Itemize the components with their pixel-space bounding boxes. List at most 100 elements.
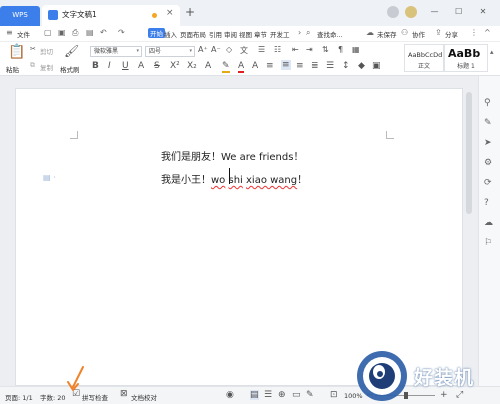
document-line-1[interactable]: 我们是朋友！We are friends！ [161, 148, 303, 163]
align-right-icon[interactable]: ≡ [296, 61, 304, 71]
word-count[interactable]: 字数: 20 [40, 392, 66, 402]
superscript-icon[interactable]: X² [170, 61, 180, 71]
save-icon[interactable]: ▣ [58, 28, 66, 37]
menu-reference[interactable]: 引用 [209, 29, 222, 39]
search-icon[interactable]: ⌕ [306, 28, 310, 38]
sort-icon[interactable]: ⇅ [322, 45, 329, 54]
cloud-sync-icon[interactable]: ☁ [484, 218, 493, 228]
text-effect-icon[interactable]: A [205, 61, 211, 71]
proofread-button[interactable]: 文档校对 [131, 392, 157, 402]
menu-view[interactable]: 视图 [239, 29, 252, 39]
shading-icon[interactable]: ◆ [358, 61, 365, 71]
help-icon[interactable]: ? [484, 198, 489, 208]
new-tab-button[interactable]: + [185, 5, 195, 19]
share-button[interactable]: 分享 [445, 29, 458, 39]
strikethrough-icon[interactable]: S [154, 61, 160, 71]
proofread-icon[interactable]: ⊠ [120, 389, 128, 399]
bold-icon[interactable]: B [92, 61, 99, 71]
layout-icon[interactable] [387, 6, 400, 18]
new-doc-icon[interactable]: ▢ [44, 28, 52, 37]
table-icon[interactable]: ▦ [352, 45, 360, 54]
menu-icon[interactable]: ≡ [6, 28, 13, 37]
eye-icon[interactable]: ◉ [226, 390, 234, 400]
grow-font-icon[interactable]: A⁺ [198, 45, 208, 54]
paste-icon[interactable]: 📋 [8, 44, 25, 60]
maximize-icon[interactable]: ☐ [448, 7, 470, 16]
menu-start[interactable]: 开始 [148, 28, 165, 38]
document-tab[interactable]: 文字文稿1 × [42, 5, 180, 26]
distributed-icon[interactable]: ☰ [326, 61, 334, 71]
print-preview-icon[interactable]: ▤ [86, 28, 94, 37]
font-name-select[interactable]: 微软雅黑 ▾ [90, 46, 142, 57]
char-border-icon[interactable]: A [252, 61, 258, 71]
close-tab-icon[interactable]: × [166, 8, 174, 18]
line-spacing-icon[interactable]: ↕ [342, 61, 350, 71]
menu-insert[interactable]: 插入 [164, 29, 177, 39]
more-options-icon[interactable]: ⋮ [470, 28, 478, 37]
justify-icon[interactable]: ≣ [311, 61, 319, 71]
cut-icon[interactable]: ✂ [30, 45, 36, 53]
adjust-icon[interactable]: ⚲ [484, 98, 491, 108]
properties-icon[interactable]: ⚙ [484, 158, 492, 168]
align-left-icon[interactable]: ≡ [266, 61, 274, 71]
copy-icon[interactable]: ⧉ [30, 61, 35, 70]
font-color-icon[interactable]: A [238, 61, 245, 73]
italic-icon[interactable]: I [108, 61, 111, 71]
format-painter-icon[interactable]: 🖌 [64, 44, 79, 58]
paragraph-layout-icon[interactable]: ▤ ‧ [43, 173, 56, 182]
collaborate-button[interactable]: 协作 [412, 29, 425, 39]
unsaved-status[interactable]: 未保存 [377, 29, 397, 39]
show-marks-icon[interactable]: ¶ [338, 45, 343, 54]
write-mode-icon[interactable]: ▭ [292, 390, 301, 400]
outdent-icon[interactable]: ⇤ [292, 45, 299, 54]
backup-icon[interactable]: ⟳ [484, 178, 492, 188]
font-effects-icon[interactable]: A [138, 61, 144, 71]
location-icon[interactable]: ⚐ [484, 238, 492, 248]
pen-icon[interactable]: ✎ [306, 390, 314, 400]
close-window-icon[interactable]: ✕ [472, 7, 494, 16]
indent-icon[interactable]: ⇥ [306, 45, 313, 54]
menu-layout[interactable]: 页面布局 [180, 29, 206, 39]
minimize-icon[interactable]: — [424, 7, 446, 16]
font-size-select[interactable]: 四号 ▾ [145, 46, 195, 57]
highlight-icon[interactable]: ✎ [222, 61, 230, 73]
shrink-font-icon[interactable]: A⁻ [211, 45, 221, 54]
undo-icon[interactable]: ↶ [100, 28, 107, 37]
subscript-icon[interactable]: X₂ [187, 61, 197, 71]
paste-button[interactable]: 粘贴 [6, 64, 19, 74]
cut-button[interactable]: 剪切 [40, 46, 53, 56]
web-view-icon[interactable]: ⊕ [278, 390, 286, 400]
collapse-ribbon-icon[interactable]: ^ [484, 28, 491, 37]
styles-panel-icon[interactable]: ✎ [484, 118, 492, 128]
menu-section[interactable]: 章节 [254, 29, 267, 39]
styles-scroll-icon[interactable]: ▴ [490, 48, 494, 56]
align-center-icon[interactable]: ≡ [281, 60, 291, 70]
style-normal[interactable]: AaBbCcDd 正文 [404, 44, 444, 72]
clear-format-icon[interactable]: ◇ [226, 45, 232, 54]
format-painter-button[interactable]: 格式刷 [60, 64, 80, 74]
print-icon[interactable]: ⎙ [72, 28, 78, 38]
copy-button[interactable]: 复制 [40, 62, 53, 72]
menu-review[interactable]: 审阅 [224, 29, 237, 39]
select-icon[interactable]: ➤ [484, 138, 492, 148]
menu-developer[interactable]: 开发工 [270, 29, 290, 39]
command-search[interactable]: 查找命... [317, 29, 343, 39]
borders-icon[interactable]: ▣ [372, 61, 381, 71]
page-indicator[interactable]: 页面: 1/1 [5, 392, 33, 402]
document-page[interactable] [15, 88, 463, 386]
menu-file[interactable]: 文件 [17, 29, 30, 39]
vertical-scrollbar[interactable] [466, 92, 472, 214]
page-view-icon[interactable]: ▤ [250, 390, 259, 400]
underline-icon[interactable]: U [122, 61, 129, 71]
numbering-icon[interactable]: ☷ [274, 45, 281, 54]
outline-view-icon[interactable]: ☰ [264, 390, 272, 400]
bullets-icon[interactable]: ☰ [258, 45, 265, 54]
fit-page-icon[interactable]: ⊡ [330, 390, 338, 400]
redo-icon[interactable]: ↷ [118, 28, 125, 37]
more-icon[interactable]: › [298, 28, 301, 37]
wps-home-tab[interactable]: WPS [0, 6, 40, 26]
spellcheck-button[interactable]: 拼写检查 [82, 392, 108, 402]
document-line-2[interactable]: 我是小王！wo shi xiao wang！ [161, 171, 307, 186]
avatar[interactable] [405, 6, 418, 18]
pinyin-icon[interactable]: 文 [240, 45, 248, 56]
